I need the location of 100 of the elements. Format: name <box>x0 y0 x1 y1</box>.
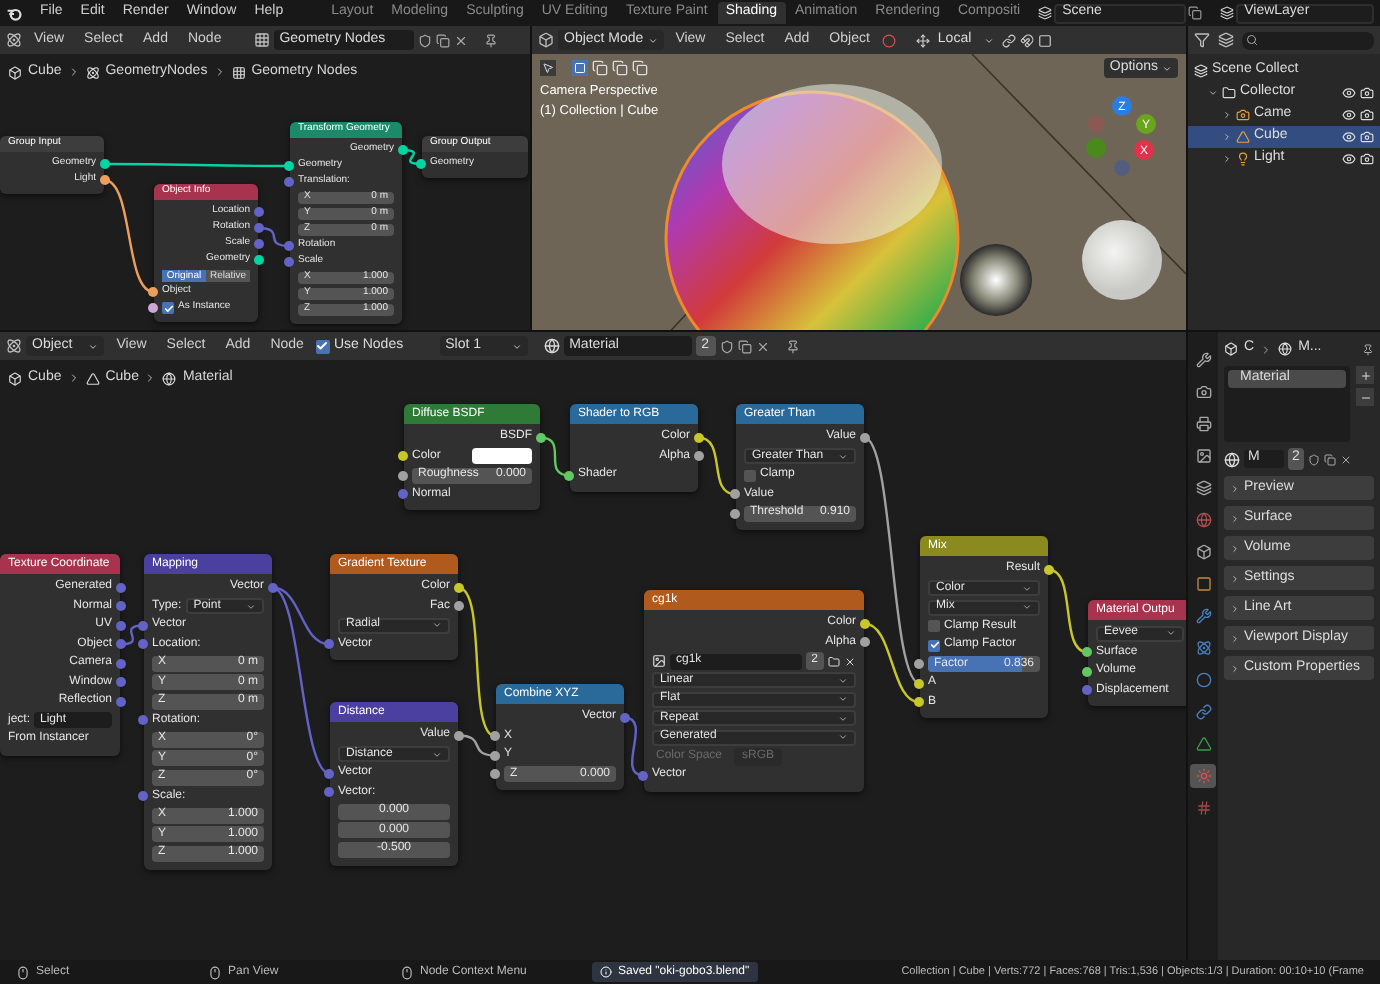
image-icon <box>652 654 666 669</box>
eye-icon[interactable] <box>1342 152 1356 166</box>
pin-icon[interactable] <box>483 33 498 47</box>
search-field[interactable] <box>1242 31 1374 49</box>
chevron-right-icon <box>67 372 80 385</box>
chevron-down-icon <box>647 35 658 45</box>
circle-icon <box>1195 672 1211 688</box>
filter-icon[interactable] <box>1194 32 1210 48</box>
transform-icon[interactable] <box>915 33 930 47</box>
link-icon[interactable] <box>1001 33 1016 47</box>
chevron-down-icon <box>246 601 256 612</box>
close-icon <box>844 655 856 668</box>
checkbox[interactable] <box>928 639 940 652</box>
layers-icon[interactable] <box>1220 6 1235 20</box>
camera-tab[interactable] <box>1190 380 1216 404</box>
object-icon <box>8 371 22 386</box>
chevron-right-icon <box>1230 543 1240 553</box>
editor-type-icon[interactable] <box>6 338 22 354</box>
chevron-right-icon <box>1230 483 1240 493</box>
triangle-tab[interactable] <box>1190 732 1216 756</box>
chrome-sphere[interactable] <box>960 244 1032 316</box>
copy-icon[interactable] <box>435 33 450 47</box>
gizmo-axis-dot[interactable] <box>1088 116 1104 132</box>
copy-icon[interactable] <box>737 339 751 353</box>
square-icon[interactable] <box>1037 33 1052 47</box>
pointer-icon[interactable] <box>540 60 556 76</box>
scene-icon <box>1194 64 1208 78</box>
minus-icon <box>1359 391 1371 403</box>
chevron-down-icon <box>432 620 442 631</box>
select-box-icon[interactable] <box>572 60 588 76</box>
atom-icon <box>1195 640 1211 656</box>
shield-icon[interactable] <box>1307 453 1320 465</box>
logo-icon[interactable] <box>6 5 22 21</box>
chevron-right-icon <box>1230 513 1240 523</box>
chevron-right-icon <box>1230 573 1240 583</box>
editor-type-icon[interactable] <box>538 32 554 48</box>
chevron-down-icon <box>1162 63 1172 73</box>
globe-icon <box>1195 512 1211 528</box>
gizmo-axis-dot[interactable] <box>1114 160 1130 176</box>
chevron-down-icon <box>511 341 522 351</box>
close-icon[interactable] <box>453 33 468 47</box>
object-icon <box>1224 342 1238 356</box>
triangle-icon <box>1195 736 1211 752</box>
camera-icon[interactable] <box>1360 86 1374 100</box>
chevron-down-icon <box>838 451 848 462</box>
chevron-right-icon <box>1230 633 1240 643</box>
select-mode-icon[interactable] <box>592 60 608 76</box>
shield-icon[interactable] <box>719 339 733 353</box>
chevron-right-icon <box>1230 603 1240 613</box>
checkbox[interactable] <box>162 302 174 314</box>
editor-type-icon[interactable] <box>6 32 22 48</box>
mesh-icon <box>1236 130 1250 144</box>
camera-icon[interactable] <box>1360 130 1374 144</box>
tool-icon <box>1195 352 1211 368</box>
pin-icon[interactable] <box>1362 343 1374 355</box>
chevron-right-icon <box>1260 343 1273 355</box>
close-icon[interactable] <box>755 339 769 353</box>
eye-icon[interactable] <box>1342 86 1356 100</box>
wrench-icon <box>1195 608 1211 624</box>
color-swatch[interactable] <box>472 448 532 465</box>
search-icon <box>1246 34 1258 46</box>
camera-icon[interactable] <box>1360 152 1374 166</box>
check-icon <box>163 303 173 313</box>
remove-button[interactable] <box>1356 388 1374 406</box>
printer-icon <box>1195 416 1211 432</box>
checkbox[interactable] <box>315 339 330 353</box>
shading-icon[interactable] <box>881 33 896 47</box>
chevron-down-icon <box>88 341 99 351</box>
check-icon <box>929 640 939 651</box>
copy-icon[interactable] <box>1188 6 1203 20</box>
plus-icon <box>1359 369 1371 381</box>
scene-icon[interactable] <box>1038 6 1053 20</box>
eye-icon[interactable] <box>1342 130 1356 144</box>
folder-icon <box>828 655 840 668</box>
chevron-right-icon <box>1230 663 1240 673</box>
chevron-down-icon <box>1208 88 1218 98</box>
chevron-right-icon <box>1222 154 1232 164</box>
checkbox[interactable] <box>744 469 756 482</box>
info-icon <box>600 966 612 978</box>
image-icon <box>1195 448 1211 464</box>
link-icon <box>1195 704 1211 720</box>
add-button[interactable] <box>1356 366 1374 384</box>
checkbox[interactable] <box>928 620 940 633</box>
mouse-icon <box>400 965 414 979</box>
shield-icon[interactable] <box>417 33 432 47</box>
chevron-down-icon <box>1166 628 1176 639</box>
select-mode-icon[interactable] <box>632 60 648 76</box>
copy-icon[interactable] <box>1323 453 1336 465</box>
collection-icon <box>1222 86 1236 100</box>
chevron-right-icon <box>1222 110 1232 120</box>
select-mode-icon[interactable] <box>612 60 628 76</box>
eye-icon[interactable] <box>1342 108 1356 122</box>
gizmo-axis-dot[interactable] <box>1086 138 1106 158</box>
close-icon[interactable] <box>1339 453 1352 465</box>
display-mode-icon[interactable] <box>1218 32 1234 48</box>
camera-icon[interactable] <box>1360 108 1374 122</box>
matte-sphere[interactable] <box>1082 220 1162 300</box>
light-icon <box>1236 152 1250 166</box>
magnet-icon[interactable] <box>1019 33 1034 47</box>
pin-icon[interactable] <box>785 339 799 353</box>
